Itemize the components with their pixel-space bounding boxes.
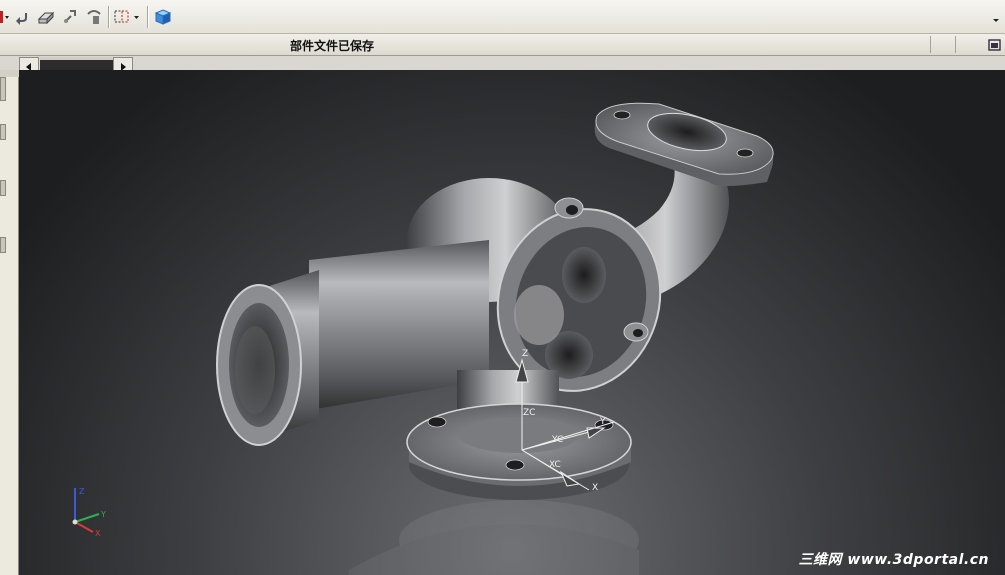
axis-label-x: X	[592, 483, 598, 493]
axis-label-y: Y	[599, 417, 606, 427]
view-cube-button[interactable]	[152, 7, 174, 27]
cube-icon	[154, 9, 172, 25]
eraser-icon	[37, 11, 55, 25]
dropdown-arrow-icon[interactable]	[0, 7, 10, 27]
toolbar-separator	[147, 6, 148, 28]
toolbar-overflow-icon[interactable]	[990, 7, 1002, 27]
triad-label-z: Z	[79, 487, 85, 496]
tab-row	[0, 56, 1005, 70]
resource-bar	[0, 77, 19, 575]
restore-window-icon[interactable]	[988, 37, 1002, 51]
triad-label-y: Y	[100, 510, 106, 519]
main-toolbar	[0, 0, 1005, 34]
part-model[interactable]: Z ZC YC Y XC X Z Y X	[19, 70, 1005, 575]
floor-reflection	[349, 500, 639, 575]
axis-label-xc: XC	[549, 460, 561, 470]
part-navigator-button[interactable]	[36, 7, 56, 27]
axis-label-yc: YC	[551, 435, 563, 445]
axis-label-zc: ZC	[523, 408, 535, 418]
resource-tab[interactable]	[0, 237, 6, 253]
selection-box-button[interactable]	[113, 7, 141, 27]
rotate-icon	[87, 10, 101, 24]
status-divider	[930, 36, 931, 53]
rotate-button[interactable]	[84, 7, 104, 27]
undo-button[interactable]	[12, 7, 32, 27]
move-icon	[64, 10, 76, 23]
resource-tab[interactable]	[0, 77, 6, 101]
base-flange	[406, 370, 632, 500]
axis-label-z: Z	[522, 349, 528, 359]
transform-button[interactable]	[60, 7, 80, 27]
graphics-viewport[interactable]: Z ZC YC Y XC X Z Y X 三维网 www.3dportal.cn	[19, 70, 1005, 575]
undo-icon	[16, 13, 27, 25]
status-bar: 部件文件已保存	[0, 34, 1005, 56]
status-divider	[955, 36, 956, 53]
marquee-select-icon	[114, 10, 139, 23]
triad-label-x: X	[95, 529, 101, 538]
resource-tab[interactable]	[0, 124, 6, 140]
resource-tab[interactable]	[0, 180, 6, 196]
toolbar-separator	[108, 6, 109, 28]
watermark-text: 三维网 www.3dportal.cn	[798, 552, 989, 568]
view-triad: Z Y X	[72, 487, 106, 538]
status-message: 部件文件已保存	[290, 39, 375, 53]
